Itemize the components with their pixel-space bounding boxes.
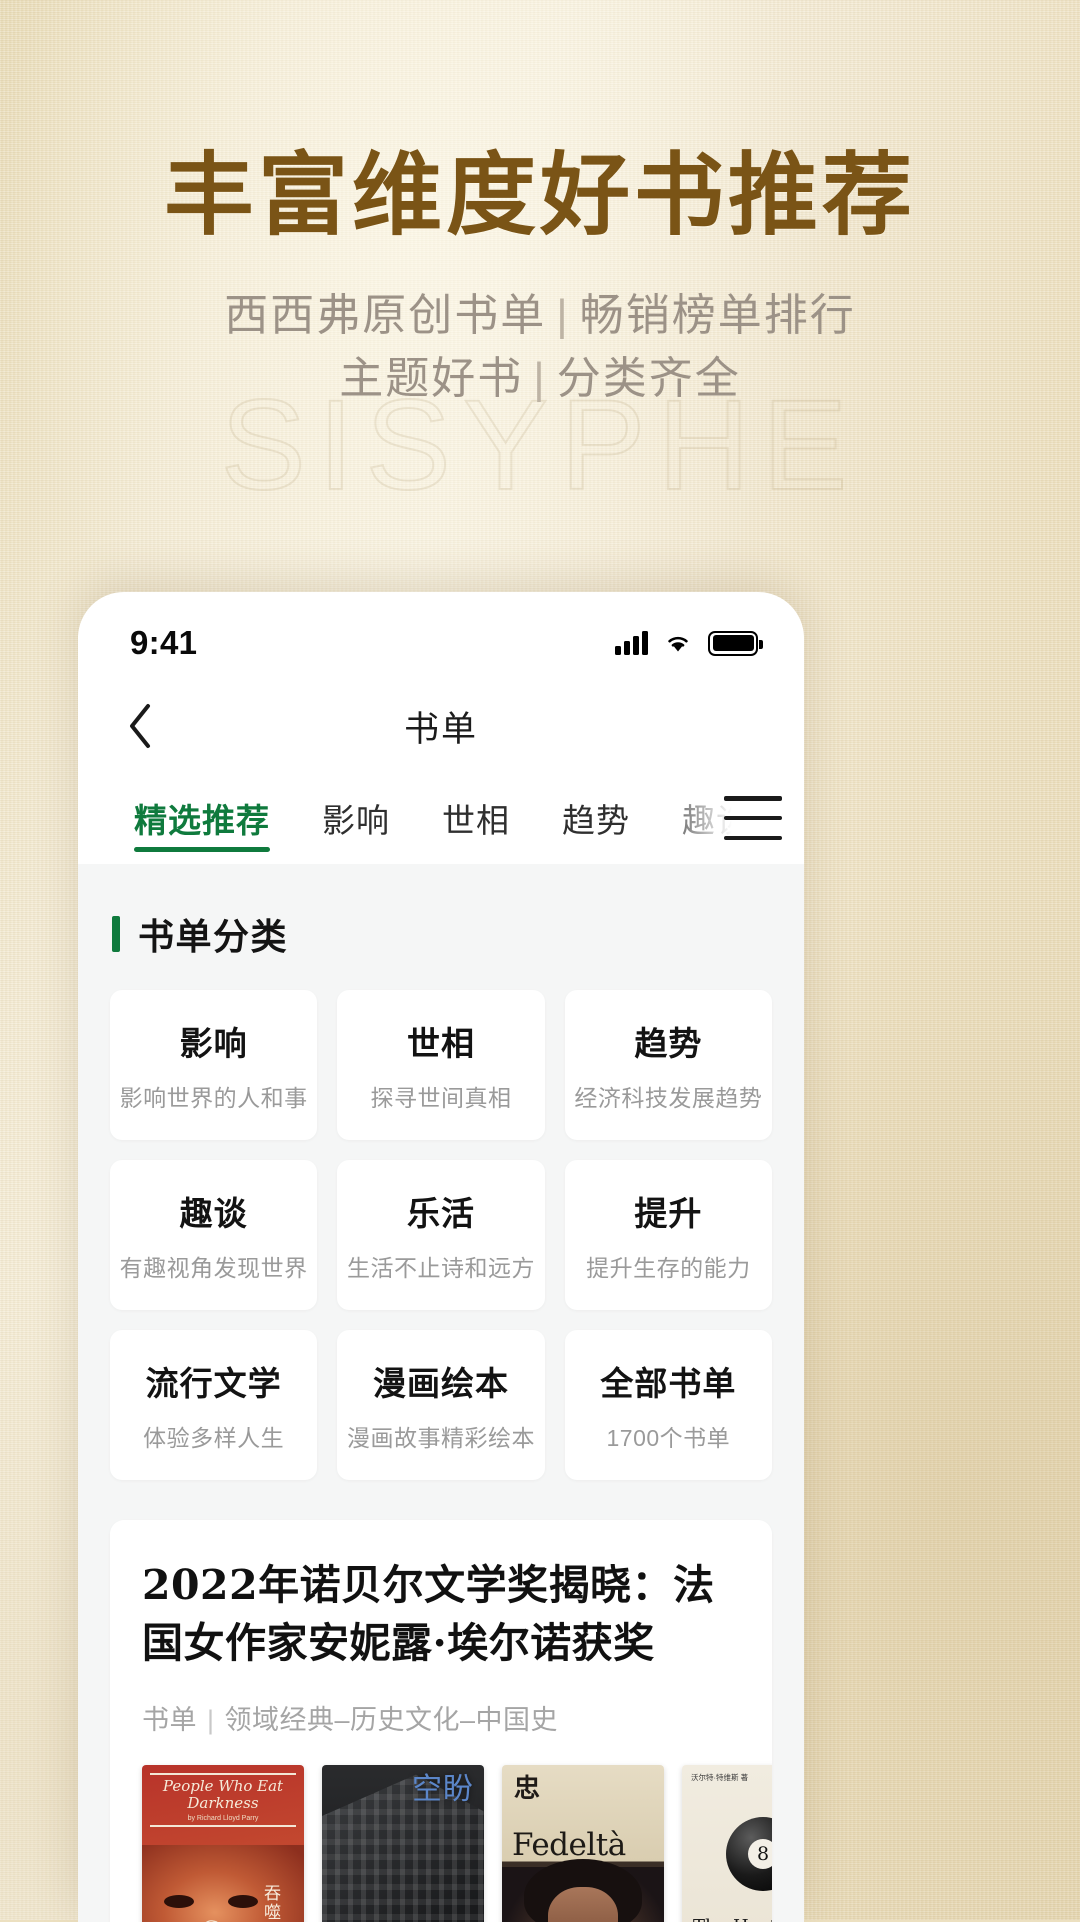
- cover-title-it: Fedeltà: [512, 1827, 626, 1864]
- category-title: 乐活: [406, 1195, 475, 1232]
- back-chevron-icon[interactable]: [112, 698, 168, 754]
- status-bar-icons: [615, 630, 763, 656]
- book-cover-dark-building[interactable]: 空盼 ［意大利］卡门·拉福雷 著 Carmen Laforet 40: [322, 1765, 484, 1922]
- section-header: 书单分类: [78, 864, 804, 990]
- tab-jingxuan-tuijian[interactable]: 精选推荐: [108, 772, 296, 864]
- tab-bar: 精选推荐 影响 世相 趋势 趣谈 趣: [78, 772, 804, 864]
- category-card-qutan[interactable]: 趣谈 有趣视角发现世界: [110, 1160, 318, 1310]
- cover-eight-ball-art: 8: [726, 1817, 772, 1892]
- category-card-manhua-huiben[interactable]: 漫画绘本 漫画故事精彩绘本: [337, 1330, 545, 1480]
- category-title: 提升: [634, 1195, 703, 1232]
- cover-eye-left: [164, 1895, 194, 1909]
- article-title: 2022年诺贝尔文学奖揭晓：法国女作家安妮露·埃尔诺获奖: [142, 1561, 715, 1668]
- cover-title-cn: 吞噬黑暗的: [264, 1884, 282, 1922]
- page-title: 丰富维度好书推荐: [164, 142, 916, 248]
- article-meta: 书单 | 领域经典–历史文化–中国史: [142, 1698, 740, 1737]
- category-subtitle: 漫画故事精彩绘本: [346, 1425, 535, 1451]
- category-subtitle: 1700个书单: [606, 1425, 731, 1451]
- tab-yingxiang[interactable]: 影响: [296, 772, 416, 864]
- cover-title-cn-top: 忠: [514, 1773, 541, 1804]
- hero-subtitle-2b: 分类齐全: [556, 353, 741, 403]
- cover-eye-right: [228, 1895, 258, 1909]
- article-card[interactable]: 2022年诺贝尔文学奖揭晓：法国女作家安妮露·埃尔诺获奖 书单 | 领域经典–历史文…: [110, 1520, 772, 1922]
- nav-bar: 书单: [78, 680, 804, 772]
- category-subtitle: 有趣视角发现世界: [119, 1255, 308, 1281]
- phone-mockup: 9:41 书单 精选推荐 影响 世相 趋势 趣谈 趣: [78, 592, 804, 1922]
- cover-title-en: People Who Eat Darkness: [162, 1777, 284, 1812]
- category-card-shixiang[interactable]: 世相 探寻世间真相: [337, 990, 545, 1140]
- category-subtitle: 生活不止诗和远方: [346, 1255, 535, 1281]
- category-card-qushi[interactable]: 趋势 经济科技发展趋势: [564, 990, 772, 1140]
- category-grid: 影响 影响世界的人和事 世相 探寻世间真相 趋势 经济科技发展趋势 趣谈 有趣视…: [78, 990, 804, 1480]
- category-subtitle: 体验多样人生: [143, 1425, 285, 1451]
- article-meta-separator: |: [207, 1705, 215, 1736]
- category-subtitle: 探寻世间真相: [370, 1085, 512, 1111]
- article-meta-label: 书单: [142, 1705, 197, 1736]
- cellular-signal-icon: [615, 631, 648, 655]
- cover-mark: G: [202, 1918, 220, 1922]
- category-title: 漫画绘本: [372, 1365, 509, 1402]
- hero-section: 丰富维度好书推荐 西西弗原创书单 | 畅销榜单排行 主题好书 | 分类齐全: [0, 0, 1080, 410]
- hero-subtitle-line-1: 西西弗原创书单 | 畅销榜单排行: [0, 285, 1080, 347]
- content-scroll-area[interactable]: 书单分类 影响 影响世界的人和事 世相 探寻世间真相 趋势 经济科技发展趋势 趣…: [78, 864, 804, 1922]
- category-title: 影响: [179, 1025, 248, 1062]
- tab-shixiang[interactable]: 世相: [416, 772, 536, 864]
- status-bar: 9:41: [78, 592, 804, 680]
- cover-tiny-text: 沃尔特·特维斯 著: [691, 1773, 749, 1783]
- category-title: 全部书单: [600, 1365, 737, 1402]
- cover-portrait-art: [502, 1859, 664, 1922]
- category-title: 趋势: [634, 1025, 703, 1062]
- book-cover-fedelta[interactable]: 忠 Fedeltà 诚: [502, 1765, 664, 1922]
- cover-author-en: by Richard Lloyd Parry: [187, 1815, 259, 1823]
- hero-subtitle: 西西弗原创书单 | 畅销榜单排行 主题好书 | 分类齐全: [0, 285, 1080, 410]
- hero-subtitle-line-2: 主题好书 | 分类齐全: [0, 348, 1080, 410]
- hero-subtitle-1b: 畅销榜单排行: [579, 291, 856, 341]
- hero-subtitle-1a: 西西弗原创书单: [224, 291, 547, 341]
- category-subtitle: 影响世界的人和事: [119, 1085, 308, 1111]
- book-cover-list: People Who Eat Darkness by Richard Lloyd…: [142, 1765, 772, 1922]
- category-title: 流行文学: [145, 1365, 282, 1402]
- category-card-tisheng[interactable]: 提升 提升生存的能力: [564, 1160, 772, 1310]
- tab-qushi[interactable]: 趋势: [536, 772, 656, 864]
- hero-subtitle-2a: 主题好书: [339, 353, 524, 403]
- cover-heading-block: People Who Eat Darkness by Richard Lloyd…: [150, 1773, 296, 1828]
- category-card-liuxing-wenxue[interactable]: 流行文学 体验多样人生: [110, 1330, 318, 1480]
- book-cover-the-hustler[interactable]: 沃尔特·特维斯 著 8 The Hustler: [682, 1765, 772, 1922]
- category-title: 趣谈: [179, 1195, 248, 1232]
- hamburger-menu-icon[interactable]: [724, 796, 782, 840]
- category-subtitle: 经济科技发展趋势: [574, 1085, 763, 1111]
- category-card-yingxiang[interactable]: 影响 影响世界的人和事: [110, 990, 318, 1140]
- hero-subtitle-separator-2: |: [533, 353, 547, 403]
- article-meta-path: 领域经典–历史文化–中国史: [224, 1705, 559, 1736]
- wifi-icon: [662, 631, 694, 655]
- cover-title-cn: 空盼: [412, 1772, 474, 1808]
- section-title: 书单分类: [138, 916, 289, 957]
- category-card-lehuo[interactable]: 乐活 生活不止诗和远方: [337, 1160, 545, 1310]
- section-accent-bar: [112, 916, 120, 952]
- cover-ball-number: 8: [748, 1839, 772, 1870]
- status-bar-clock: 9:41: [130, 624, 198, 661]
- nav-title: 书单: [403, 709, 478, 749]
- category-subtitle: 提升生存的能力: [586, 1255, 751, 1281]
- category-title: 世相: [406, 1025, 475, 1062]
- book-cover-people-who-eat-darkness[interactable]: People Who Eat Darkness by Richard Lloyd…: [142, 1765, 304, 1922]
- category-card-quanbu-shudan[interactable]: 全部书单 1700个书单: [564, 1330, 772, 1480]
- battery-icon: [708, 630, 763, 656]
- hero-subtitle-separator-1: |: [556, 291, 570, 341]
